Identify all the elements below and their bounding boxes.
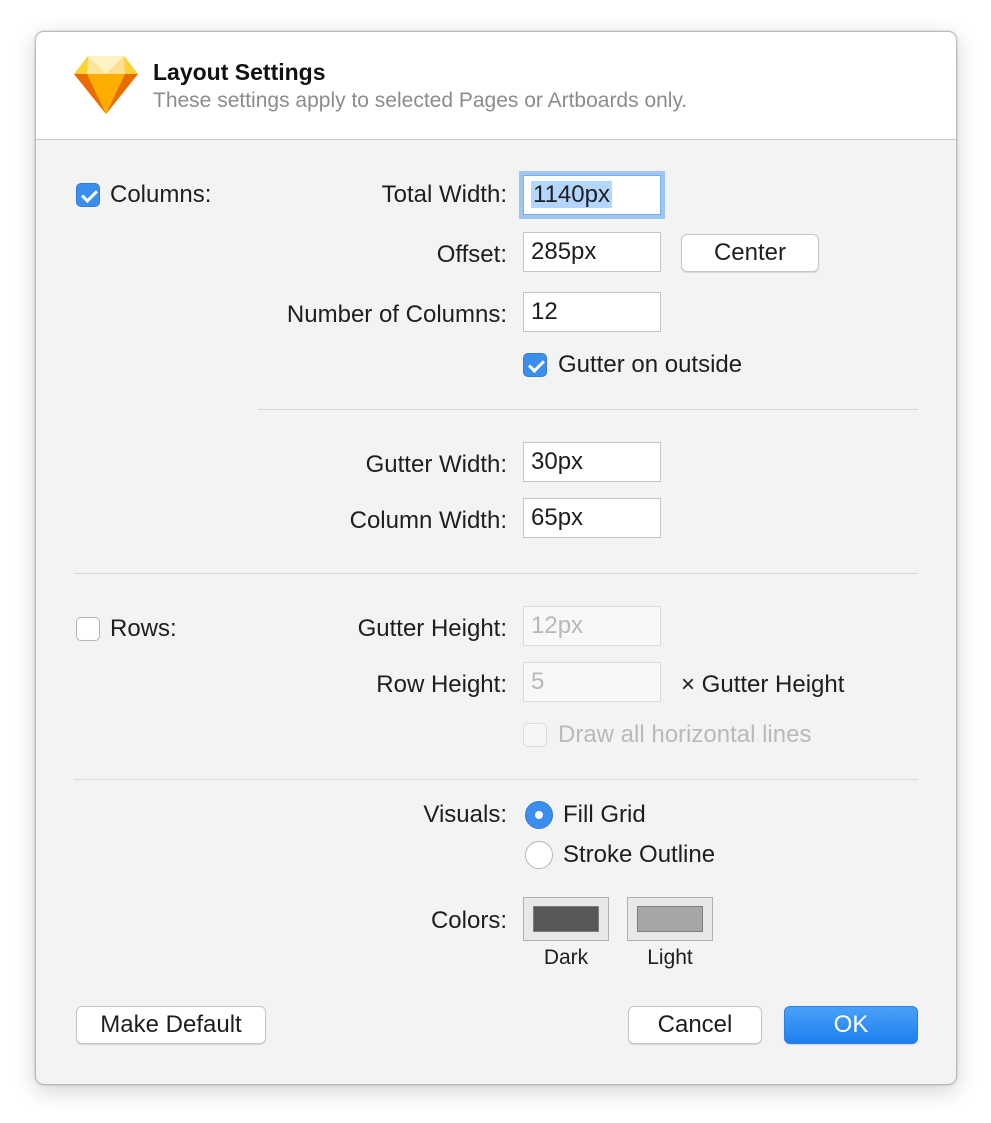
- stroke-outline-radio[interactable]: [525, 841, 553, 869]
- light-color-swatch[interactable]: [627, 897, 713, 941]
- fill-grid-label: Fill Grid: [563, 801, 646, 828]
- colors-label: Colors:: [430, 907, 507, 934]
- number-of-columns-input[interactable]: 12: [523, 292, 661, 332]
- light-color-label: Light: [647, 946, 693, 969]
- dark-color-swatch[interactable]: [523, 897, 609, 941]
- draw-horizontal-lines-label: Draw all horizontal lines: [558, 721, 812, 748]
- separator: [74, 779, 918, 780]
- row-height-input[interactable]: 5: [523, 662, 661, 702]
- cancel-button[interactable]: Cancel: [628, 1006, 762, 1044]
- layout-settings-dialog: Layout Settings These settings apply to …: [35, 31, 957, 1085]
- gutter-height-label: Gutter Height:: [357, 615, 507, 642]
- sketch-diamond-icon: [74, 56, 138, 114]
- make-default-button[interactable]: Make Default: [76, 1006, 266, 1044]
- dialog-subtitle: These settings apply to selected Pages o…: [153, 89, 688, 112]
- light-color-fill: [637, 906, 703, 932]
- row-height-suffix: × Gutter Height: [681, 671, 845, 698]
- gutter-outside-label: Gutter on outside: [558, 351, 743, 378]
- offset-input[interactable]: 285px: [523, 232, 661, 272]
- dialog-title: Layout Settings: [153, 59, 326, 85]
- column-width-input[interactable]: 65px: [523, 498, 661, 538]
- separator: [258, 409, 918, 410]
- fill-grid-radio[interactable]: [525, 801, 553, 829]
- dialog-header: Layout Settings These settings apply to …: [36, 32, 956, 140]
- stroke-outline-label: Stroke Outline: [563, 841, 716, 868]
- ok-button[interactable]: OK: [784, 1006, 918, 1044]
- row-height-label: Row Height:: [376, 671, 507, 698]
- gutter-outside-checkbox[interactable]: [523, 353, 547, 377]
- total-width-label: Total Width:: [381, 181, 507, 208]
- number-of-columns-label: Number of Columns:: [286, 301, 507, 328]
- gutter-width-input[interactable]: 30px: [523, 442, 661, 482]
- separator: [74, 573, 918, 574]
- columns-checkbox[interactable]: [76, 183, 100, 207]
- offset-label: Offset:: [436, 241, 507, 268]
- rows-label: Rows:: [110, 615, 177, 642]
- draw-horizontal-lines-checkbox[interactable]: [523, 723, 547, 747]
- gutter-height-input[interactable]: 12px: [523, 606, 661, 646]
- gutter-width-label: Gutter Width:: [365, 451, 507, 478]
- columns-label: Columns:: [110, 181, 212, 208]
- column-width-label: Column Width:: [349, 507, 507, 534]
- center-button[interactable]: Center: [681, 234, 819, 272]
- total-width-input[interactable]: 1140px: [523, 175, 661, 215]
- visuals-label: Visuals:: [423, 801, 507, 828]
- rows-checkbox[interactable]: [76, 617, 100, 641]
- dark-color-label: Dark: [543, 946, 589, 969]
- total-width-value: 1140px: [531, 181, 612, 208]
- dark-color-fill: [533, 906, 599, 932]
